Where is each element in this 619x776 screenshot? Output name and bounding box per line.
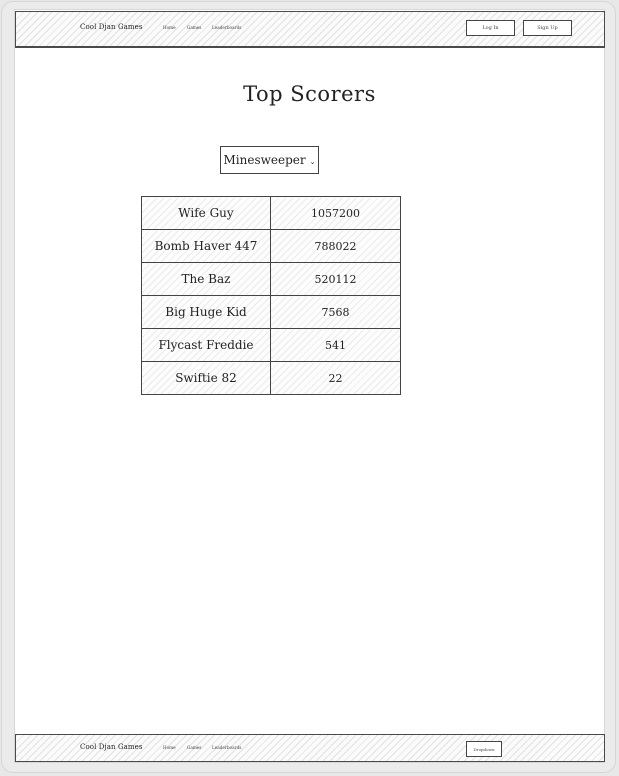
header-divider — [15, 47, 605, 48]
footer-link-games[interactable]: Games — [187, 745, 201, 750]
table-row: The Baz 520112 — [141, 262, 401, 296]
brand-logo[interactable]: Cool Djan Games — [80, 23, 143, 31]
player-score: 541 — [270, 328, 401, 362]
player-score: 1057200 — [270, 196, 401, 230]
table-row: Big Huge Kid 7568 — [141, 295, 401, 329]
table-row: Swiftie 82 22 — [141, 361, 401, 395]
player-name: Big Huge Kid — [141, 295, 271, 329]
leaderboard-table: Wife Guy 1057200 Bomb Haver 447 788022 T… — [141, 196, 401, 395]
nav-link-home[interactable]: Home — [163, 25, 176, 30]
player-name: Bomb Haver 447 — [141, 229, 271, 263]
signup-button[interactable]: Sign Up — [523, 20, 572, 36]
player-score: 22 — [270, 361, 401, 395]
footer-link-home[interactable]: Home — [163, 745, 176, 750]
footer-brand[interactable]: Cool Djan Games — [80, 743, 143, 751]
footer-dropdown-button[interactable]: Dropdown — [466, 741, 502, 757]
login-button[interactable]: Log In — [466, 20, 515, 36]
player-name: The Baz — [141, 262, 271, 296]
table-row: Bomb Haver 447 788022 — [141, 229, 401, 263]
nav-link-games[interactable]: Games — [187, 25, 201, 30]
table-row: Flycast Freddie 541 — [141, 328, 401, 362]
player-name: Swiftie 82 — [141, 361, 271, 395]
player-name: Wife Guy — [141, 196, 271, 230]
chevron-down-icon: ⌄ — [309, 157, 316, 166]
player-score: 788022 — [270, 229, 401, 263]
game-select[interactable]: Minesweeper ⌄ — [220, 146, 319, 174]
page-title: Top Scorers — [243, 82, 376, 106]
game-select-value: Minesweeper — [223, 153, 306, 167]
nav-link-leaderboards[interactable]: Leaderboards — [212, 25, 241, 30]
player-score: 520112 — [270, 262, 401, 296]
footer-link-leaderboards[interactable]: Leaderboards — [212, 745, 241, 750]
player-score: 7568 — [270, 295, 401, 329]
table-row: Wife Guy 1057200 — [141, 196, 401, 230]
player-name: Flycast Freddie — [141, 328, 271, 362]
